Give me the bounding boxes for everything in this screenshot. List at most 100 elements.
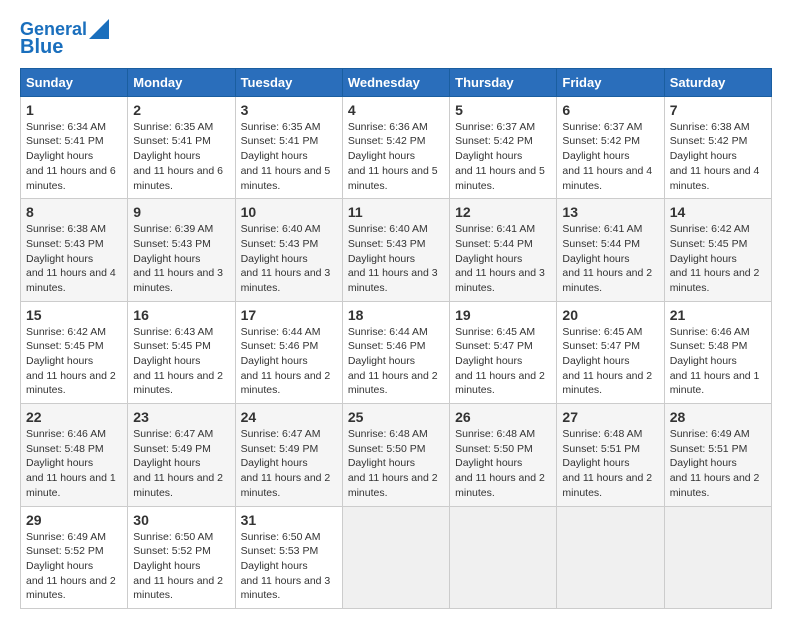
calendar-cell: 29 Sunrise: 6:49 AM Sunset: 5:52 PM Dayl… xyxy=(21,506,128,608)
day-info: Sunrise: 6:46 AM Sunset: 5:48 PM Dayligh… xyxy=(26,427,122,500)
day-info: Sunrise: 6:45 AM Sunset: 5:47 PM Dayligh… xyxy=(562,325,658,398)
calendar-cell xyxy=(557,506,664,608)
day-info: Sunrise: 6:46 AM Sunset: 5:48 PM Dayligh… xyxy=(670,325,766,398)
calendar-cell: 4 Sunrise: 6:36 AM Sunset: 5:42 PM Dayli… xyxy=(342,96,449,198)
header-friday: Friday xyxy=(557,68,664,96)
day-number: 18 xyxy=(348,307,444,323)
day-info: Sunrise: 6:49 AM Sunset: 5:52 PM Dayligh… xyxy=(26,530,122,603)
header-wednesday: Wednesday xyxy=(342,68,449,96)
calendar-header-row: SundayMondayTuesdayWednesdayThursdayFrid… xyxy=(21,68,772,96)
day-info: Sunrise: 6:38 AM Sunset: 5:43 PM Dayligh… xyxy=(26,222,122,295)
calendar-cell xyxy=(342,506,449,608)
calendar-cell: 17 Sunrise: 6:44 AM Sunset: 5:46 PM Dayl… xyxy=(235,301,342,403)
day-info: Sunrise: 6:40 AM Sunset: 5:43 PM Dayligh… xyxy=(241,222,337,295)
day-number: 19 xyxy=(455,307,551,323)
calendar-cell: 15 Sunrise: 6:42 AM Sunset: 5:45 PM Dayl… xyxy=(21,301,128,403)
calendar-table: SundayMondayTuesdayWednesdayThursdayFrid… xyxy=(20,68,772,609)
day-info: Sunrise: 6:48 AM Sunset: 5:50 PM Dayligh… xyxy=(348,427,444,500)
day-info: Sunrise: 6:50 AM Sunset: 5:53 PM Dayligh… xyxy=(241,530,337,603)
day-info: Sunrise: 6:38 AM Sunset: 5:42 PM Dayligh… xyxy=(670,120,766,193)
week-row-3: 15 Sunrise: 6:42 AM Sunset: 5:45 PM Dayl… xyxy=(21,301,772,403)
day-info: Sunrise: 6:42 AM Sunset: 5:45 PM Dayligh… xyxy=(26,325,122,398)
day-info: Sunrise: 6:35 AM Sunset: 5:41 PM Dayligh… xyxy=(133,120,229,193)
calendar-cell: 14 Sunrise: 6:42 AM Sunset: 5:45 PM Dayl… xyxy=(664,199,771,301)
calendar-cell xyxy=(664,506,771,608)
calendar-cell: 24 Sunrise: 6:47 AM Sunset: 5:49 PM Dayl… xyxy=(235,404,342,506)
day-info: Sunrise: 6:44 AM Sunset: 5:46 PM Dayligh… xyxy=(241,325,337,398)
day-number: 11 xyxy=(348,204,444,220)
week-row-5: 29 Sunrise: 6:49 AM Sunset: 5:52 PM Dayl… xyxy=(21,506,772,608)
calendar-cell xyxy=(450,506,557,608)
calendar-cell: 19 Sunrise: 6:45 AM Sunset: 5:47 PM Dayl… xyxy=(450,301,557,403)
week-row-4: 22 Sunrise: 6:46 AM Sunset: 5:48 PM Dayl… xyxy=(21,404,772,506)
week-row-2: 8 Sunrise: 6:38 AM Sunset: 5:43 PM Dayli… xyxy=(21,199,772,301)
calendar-cell: 2 Sunrise: 6:35 AM Sunset: 5:41 PM Dayli… xyxy=(128,96,235,198)
day-info: Sunrise: 6:43 AM Sunset: 5:45 PM Dayligh… xyxy=(133,325,229,398)
calendar-cell: 9 Sunrise: 6:39 AM Sunset: 5:43 PM Dayli… xyxy=(128,199,235,301)
day-number: 5 xyxy=(455,102,551,118)
day-info: Sunrise: 6:44 AM Sunset: 5:46 PM Dayligh… xyxy=(348,325,444,398)
calendar-cell: 1 Sunrise: 6:34 AM Sunset: 5:41 PM Dayli… xyxy=(21,96,128,198)
day-info: Sunrise: 6:41 AM Sunset: 5:44 PM Dayligh… xyxy=(562,222,658,295)
day-info: Sunrise: 6:48 AM Sunset: 5:51 PM Dayligh… xyxy=(562,427,658,500)
calendar-cell: 11 Sunrise: 6:40 AM Sunset: 5:43 PM Dayl… xyxy=(342,199,449,301)
header-thursday: Thursday xyxy=(450,68,557,96)
calendar-cell: 28 Sunrise: 6:49 AM Sunset: 5:51 PM Dayl… xyxy=(664,404,771,506)
day-info: Sunrise: 6:45 AM Sunset: 5:47 PM Dayligh… xyxy=(455,325,551,398)
calendar-cell: 5 Sunrise: 6:37 AM Sunset: 5:42 PM Dayli… xyxy=(450,96,557,198)
day-number: 4 xyxy=(348,102,444,118)
day-number: 13 xyxy=(562,204,658,220)
calendar-cell: 26 Sunrise: 6:48 AM Sunset: 5:50 PM Dayl… xyxy=(450,404,557,506)
day-number: 17 xyxy=(241,307,337,323)
day-info: Sunrise: 6:40 AM Sunset: 5:43 PM Dayligh… xyxy=(348,222,444,295)
header-tuesday: Tuesday xyxy=(235,68,342,96)
day-number: 2 xyxy=(133,102,229,118)
logo-icon xyxy=(89,19,109,39)
day-info: Sunrise: 6:47 AM Sunset: 5:49 PM Dayligh… xyxy=(133,427,229,500)
day-number: 29 xyxy=(26,512,122,528)
header-saturday: Saturday xyxy=(664,68,771,96)
day-number: 12 xyxy=(455,204,551,220)
calendar-cell: 30 Sunrise: 6:50 AM Sunset: 5:52 PM Dayl… xyxy=(128,506,235,608)
day-info: Sunrise: 6:50 AM Sunset: 5:52 PM Dayligh… xyxy=(133,530,229,603)
day-number: 22 xyxy=(26,409,122,425)
logo-text-blue: Blue xyxy=(20,36,63,58)
calendar-cell: 6 Sunrise: 6:37 AM Sunset: 5:42 PM Dayli… xyxy=(557,96,664,198)
header-sunday: Sunday xyxy=(21,68,128,96)
calendar-cell: 3 Sunrise: 6:35 AM Sunset: 5:41 PM Dayli… xyxy=(235,96,342,198)
calendar-cell: 10 Sunrise: 6:40 AM Sunset: 5:43 PM Dayl… xyxy=(235,199,342,301)
day-info: Sunrise: 6:41 AM Sunset: 5:44 PM Dayligh… xyxy=(455,222,551,295)
day-info: Sunrise: 6:48 AM Sunset: 5:50 PM Dayligh… xyxy=(455,427,551,500)
page-header: General Blue xyxy=(20,20,772,58)
day-number: 31 xyxy=(241,512,337,528)
calendar-cell: 22 Sunrise: 6:46 AM Sunset: 5:48 PM Dayl… xyxy=(21,404,128,506)
calendar-cell: 21 Sunrise: 6:46 AM Sunset: 5:48 PM Dayl… xyxy=(664,301,771,403)
calendar-cell: 20 Sunrise: 6:45 AM Sunset: 5:47 PM Dayl… xyxy=(557,301,664,403)
calendar-cell: 27 Sunrise: 6:48 AM Sunset: 5:51 PM Dayl… xyxy=(557,404,664,506)
day-number: 6 xyxy=(562,102,658,118)
calendar-cell: 7 Sunrise: 6:38 AM Sunset: 5:42 PM Dayli… xyxy=(664,96,771,198)
day-info: Sunrise: 6:37 AM Sunset: 5:42 PM Dayligh… xyxy=(562,120,658,193)
day-number: 24 xyxy=(241,409,337,425)
calendar-cell: 8 Sunrise: 6:38 AM Sunset: 5:43 PM Dayli… xyxy=(21,199,128,301)
day-number: 1 xyxy=(26,102,122,118)
day-number: 28 xyxy=(670,409,766,425)
calendar-cell: 18 Sunrise: 6:44 AM Sunset: 5:46 PM Dayl… xyxy=(342,301,449,403)
logo: General Blue xyxy=(20,20,109,58)
calendar-cell: 25 Sunrise: 6:48 AM Sunset: 5:50 PM Dayl… xyxy=(342,404,449,506)
day-info: Sunrise: 6:34 AM Sunset: 5:41 PM Dayligh… xyxy=(26,120,122,193)
calendar-cell: 16 Sunrise: 6:43 AM Sunset: 5:45 PM Dayl… xyxy=(128,301,235,403)
day-info: Sunrise: 6:47 AM Sunset: 5:49 PM Dayligh… xyxy=(241,427,337,500)
calendar-cell: 13 Sunrise: 6:41 AM Sunset: 5:44 PM Dayl… xyxy=(557,199,664,301)
day-number: 25 xyxy=(348,409,444,425)
week-row-1: 1 Sunrise: 6:34 AM Sunset: 5:41 PM Dayli… xyxy=(21,96,772,198)
day-number: 14 xyxy=(670,204,766,220)
day-number: 30 xyxy=(133,512,229,528)
day-info: Sunrise: 6:49 AM Sunset: 5:51 PM Dayligh… xyxy=(670,427,766,500)
day-number: 9 xyxy=(133,204,229,220)
day-info: Sunrise: 6:35 AM Sunset: 5:41 PM Dayligh… xyxy=(241,120,337,193)
day-number: 21 xyxy=(670,307,766,323)
calendar-cell: 31 Sunrise: 6:50 AM Sunset: 5:53 PM Dayl… xyxy=(235,506,342,608)
calendar-cell: 23 Sunrise: 6:47 AM Sunset: 5:49 PM Dayl… xyxy=(128,404,235,506)
day-number: 26 xyxy=(455,409,551,425)
